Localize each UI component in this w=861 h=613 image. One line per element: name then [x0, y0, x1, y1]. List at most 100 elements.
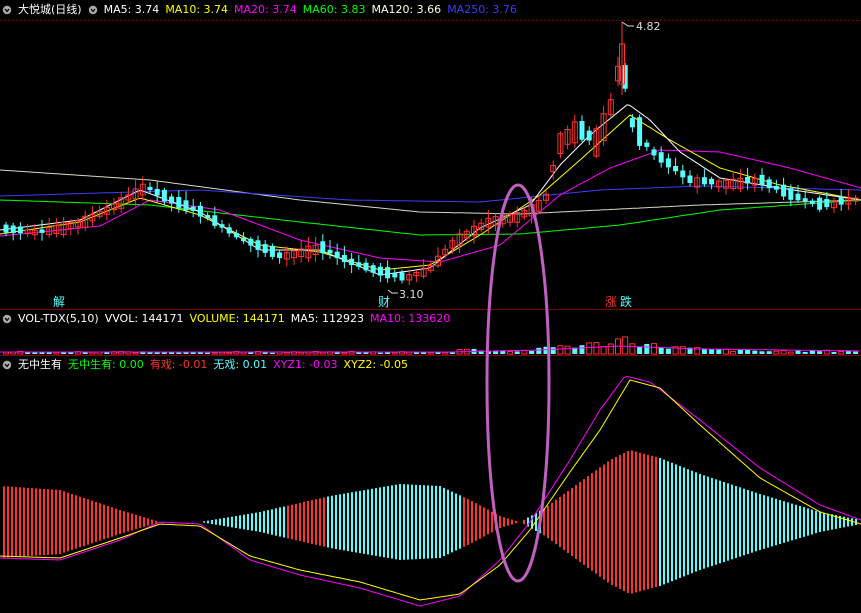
candle-body-down: [709, 178, 715, 185]
candle-body-down: [658, 152, 664, 163]
candle-body-down: [205, 214, 211, 219]
stock-title: 大悦城(日线): [18, 3, 82, 16]
indicator-v1: 无中生有: 0.00: [68, 358, 144, 371]
candle-body-down: [169, 196, 175, 204]
volume-bar-down: [550, 347, 556, 354]
volume-bar-down: [665, 348, 671, 354]
volume-bar-down: [68, 352, 74, 354]
volume-bar-up: [391, 352, 398, 355]
volume-bar-up: [730, 350, 737, 355]
candle-body-down: [385, 267, 391, 279]
volume-bar-up: [283, 352, 290, 355]
indicator-title: 无中生有: [18, 358, 62, 371]
candle-body-down: [262, 244, 268, 253]
indicator-panel-legend: 无中生有 无中生有: 0.00 有戏: -0.01 无戏: 0.01 XYZ1:…: [2, 357, 408, 373]
candle-body-down: [680, 170, 686, 178]
marker-zhang[interactable]: 涨: [605, 294, 617, 309]
stock-chart-canvas[interactable]: 4.82 3.10 解 财 涨 跌: [0, 0, 861, 613]
volume-bar-up: [89, 351, 96, 355]
marker-jie[interactable]: 解: [53, 295, 65, 309]
volume-bar-up: [219, 351, 225, 355]
settings-gear-icon[interactable]: [2, 5, 12, 15]
candle-body-down: [651, 149, 657, 156]
volume-settings-icon[interactable]: [2, 314, 12, 324]
candle-body-down: [370, 265, 376, 273]
volume-bar-down: [169, 352, 175, 354]
volume-bar-up: [622, 336, 629, 355]
volume-bar-up: [442, 352, 449, 355]
volume-bar-down: [831, 352, 837, 354]
candle-body-down: [226, 227, 232, 234]
candle-body-down: [161, 189, 167, 202]
candle-body-down: [838, 196, 844, 205]
volume-bar-up: [723, 349, 729, 355]
volume-bars: [0, 336, 861, 355]
candle-body-down: [637, 117, 643, 146]
candle-body-down: [802, 198, 808, 202]
volume-bar-up: [53, 351, 60, 355]
volume-bar-down: [161, 352, 167, 354]
volume-bar-down: [46, 352, 52, 354]
marker-cai[interactable]: 财: [378, 295, 390, 309]
volume-bar-down: [536, 347, 542, 354]
volume-bar-down: [745, 350, 751, 354]
candle-body-down: [190, 206, 196, 211]
candle-body-down: [233, 233, 239, 238]
marker-die[interactable]: 跌: [620, 294, 632, 309]
ma5-line: [0, 104, 861, 276]
candle-body-down: [809, 200, 815, 204]
volume-bar-up: [132, 352, 139, 355]
candle-body-down: [356, 262, 362, 267]
candle-body-down: [176, 197, 182, 208]
candle-body-down: [788, 188, 794, 200]
vol-ma5-value: MA5: 112923: [290, 312, 365, 325]
high-price-annotation: 4.82: [621, 20, 661, 33]
volume-bar-down: [752, 350, 758, 354]
ma20-value: MA20: 3.74: [234, 3, 297, 16]
candle-body-down: [334, 251, 340, 259]
candle-body-down: [248, 238, 254, 246]
volume-bar-down: [190, 352, 196, 354]
volume-bar-up: [651, 343, 657, 355]
candle-body-down: [399, 272, 405, 281]
volume-bar-up: [629, 343, 636, 355]
indicator-v4: XYZ1: -0.03: [273, 358, 338, 371]
candle-body-down: [377, 266, 383, 276]
volume-bar-up: [211, 352, 218, 355]
ma5-value: MA5: 3.74: [103, 3, 160, 16]
ma60-line: [0, 199, 861, 236]
candle-body-down: [10, 225, 16, 234]
candle-body-down: [392, 272, 398, 278]
candle-body-down: [781, 184, 787, 197]
volume-bar-down: [377, 352, 383, 354]
dropdown-icon[interactable]: [88, 5, 98, 15]
candle-body-down: [673, 166, 679, 172]
volume-bar-down: [809, 350, 815, 354]
volume-bar-down: [853, 351, 859, 354]
volume-bar-up: [838, 351, 845, 355]
candle-body-down: [773, 185, 779, 190]
main-panel-legend: 大悦城(日线) MA5: 3.74 MA10: 3.74 MA20: 3.74 …: [2, 2, 517, 18]
volume-bar-down: [262, 352, 268, 354]
candle-body-down: [277, 252, 283, 259]
candle-body-down: [147, 186, 153, 191]
indicator-settings-icon[interactable]: [2, 360, 12, 370]
indicator-v3: 无戏: 0.01: [213, 358, 268, 371]
volume-bar-down: [269, 352, 275, 354]
volume-bar-down: [183, 352, 189, 354]
volume-bar-up: [557, 345, 564, 355]
candle-body-down: [39, 229, 45, 233]
candle-body-down: [341, 255, 347, 262]
candle-body-down: [795, 193, 801, 201]
volume-bar-down: [845, 351, 851, 354]
volume-bar-up: [564, 345, 571, 355]
candle-body-down: [349, 258, 355, 265]
volume-bar-down: [154, 352, 160, 354]
volume-bar-down: [25, 352, 31, 354]
candle-body-down: [817, 197, 823, 210]
candle-body-down: [622, 65, 628, 89]
candle-body-down: [197, 205, 203, 217]
volume-title: VOL-TDX(5,10): [18, 312, 99, 325]
ma20-line: [0, 149, 861, 263]
ma120-value: MA120: 3.66: [371, 3, 442, 16]
